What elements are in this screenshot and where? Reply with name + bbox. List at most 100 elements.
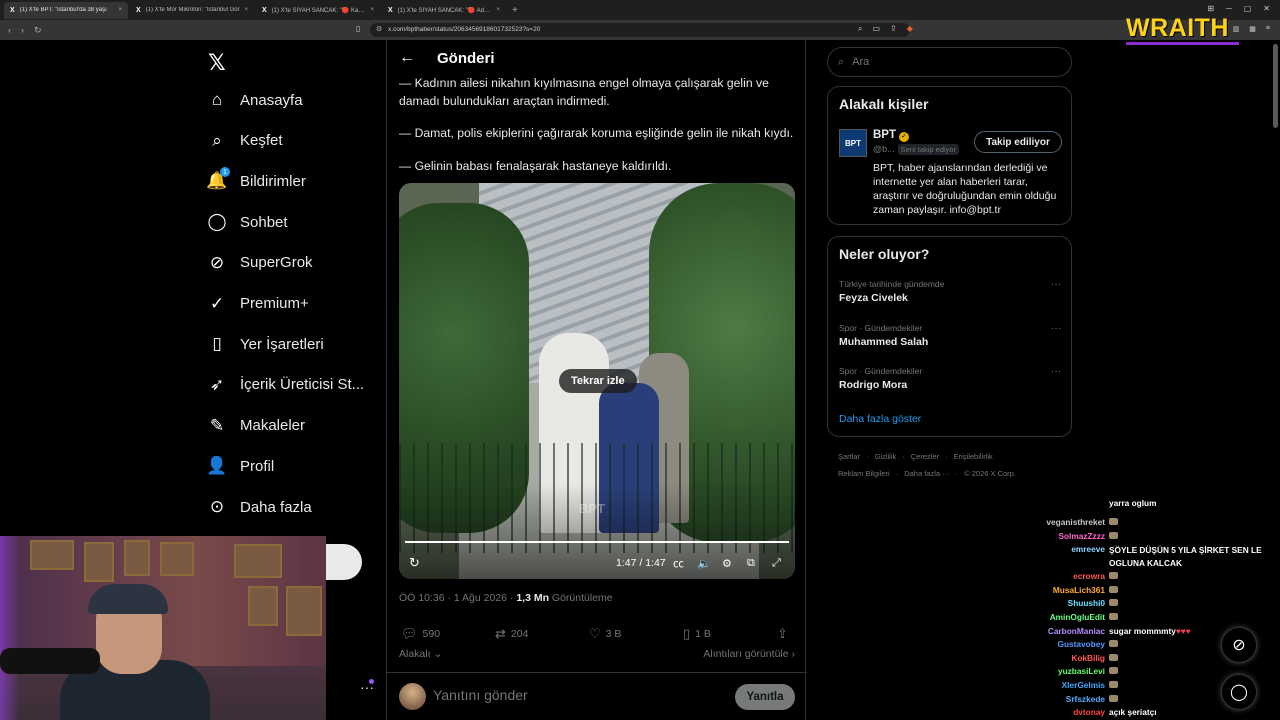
reply-input[interactable]: Yanıtını gönder — [433, 687, 528, 703]
nav-item-supergrok[interactable]: ⊘ SuperGrok — [200, 243, 313, 283]
share-icon[interactable]: ⇪ — [890, 24, 897, 34]
extensions-icon[interactable]: ⊞ — [1207, 4, 1214, 13]
footer-link[interactable]: Şartlar — [838, 452, 860, 461]
video-progress-bar[interactable] — [405, 541, 789, 543]
trend-item[interactable]: Spor · Gündemdekiler Rodrigo Mora ··· — [839, 366, 1061, 391]
footer-link[interactable]: Çerezler — [911, 452, 939, 461]
reply-composer: Yanıtını gönder Yanıtla — [387, 672, 807, 720]
settings-gear-icon[interactable]: ⚙ — [722, 557, 732, 570]
chat-text — [1109, 598, 1118, 608]
forward-nav-icon[interactable]: › — [21, 25, 24, 36]
back-nav-icon[interactable]: ‹ — [8, 25, 11, 36]
sidebar-toggle-icon[interactable]: ▦ — [1249, 25, 1256, 33]
search-icon-glyph: ⌕ — [212, 130, 222, 150]
footer-link[interactable]: © 2026 X Corp. — [964, 469, 1016, 478]
tab-close-icon[interactable]: × — [244, 7, 248, 13]
relevance-dropdown[interactable]: Alakalı ⌄ — [399, 648, 442, 660]
nav-item-explore[interactable]: ⌕ Keşfet — [200, 121, 282, 161]
chat-username: Srfszkede — [1065, 693, 1105, 704]
chat-username: XlerGelmis — [1061, 680, 1105, 690]
browser-tab[interactable]: X (1) X'te SİYAH SANCAK: "🔴 Kahram × — [256, 2, 380, 19]
chat-username: Shuushi0 — [1067, 598, 1105, 609]
minimize-icon[interactable]: ─ — [1226, 4, 1232, 13]
chat-text — [1109, 666, 1118, 676]
chat-icon: ◯ — [200, 212, 234, 232]
footer-link[interactable]: Erişilebilirlik — [954, 452, 993, 461]
zoom-icon[interactable]: ⌕ — [858, 24, 862, 34]
reload-icon[interactable]: ↻ — [34, 25, 42, 36]
trend-item[interactable]: Spor · Gündemdekiler Muhammed Salah ··· — [839, 323, 1061, 348]
account-name-text: BPT — [873, 129, 896, 141]
more-dots-icon[interactable]: ··· — [1051, 279, 1061, 290]
nav-item-more[interactable]: ⊙ Daha fazla — [200, 487, 312, 527]
bookmark-page-icon[interactable]: ▯ — [356, 24, 360, 33]
captions-icon[interactable]: ㏄ — [673, 555, 684, 571]
nav-item-creator-studio[interactable]: ➶ İçerik Üreticisi St... — [200, 365, 364, 405]
nav-item-chat[interactable]: ◯ Sohbet — [200, 202, 287, 242]
video-player[interactable]: BPT Tekrar izle ↻ 1:47 / 1:47 ㏄ 🔈 ⚙ ⧉ ⤢ — [399, 183, 795, 579]
footer-link[interactable]: Gizlilik — [875, 452, 897, 461]
reply-action[interactable]: 💬︎ 590 — [401, 626, 440, 642]
post-timestamp[interactable]: ÖÖ 10:36 · 1 Ağu 2026 · — [399, 592, 516, 604]
chat-username: veganisthreket — [1046, 517, 1105, 527]
menu-icon[interactable]: ≡ — [1266, 25, 1270, 33]
tab-close-icon[interactable]: × — [370, 7, 374, 13]
show-more-link[interactable]: Daha fazla göster — [839, 413, 921, 425]
close-icon[interactable]: ✕ — [1263, 4, 1270, 13]
account-name[interactable]: BPT ✓ — [873, 129, 909, 142]
brave-shield-icon[interactable]: ◆ — [907, 24, 913, 34]
nav-item-articles[interactable]: ✎ Makaleler — [200, 406, 305, 446]
bookmark-action[interactable]: ▯ 1 B — [683, 626, 711, 642]
person-icon-glyph: 👤 — [206, 456, 228, 476]
maximize-icon[interactable]: ▢ — [1244, 4, 1252, 13]
browser-tab[interactable]: X (1) X'te Mor Mikrofon: "İstanbul Gör × — [130, 2, 254, 19]
split-view-icon[interactable]: ▥ — [1233, 25, 1240, 33]
nav-item-premium[interactable]: ✓ Premium+ — [200, 284, 309, 324]
reply-button[interactable]: Yanıtla — [735, 684, 795, 710]
avatar[interactable] — [399, 683, 426, 710]
nav-item-notifications[interactable]: 🔔 1 Bildirimler — [200, 161, 306, 201]
more-dots-icon[interactable]: ··· — [1051, 366, 1061, 377]
footer-separator: · — [945, 452, 948, 461]
post-button[interactable] — [326, 544, 362, 580]
messages-fab-icon[interactable]: ◯ — [1221, 674, 1257, 710]
footer-link[interactable]: Daha fazla ··· — [904, 469, 949, 478]
nav-item-profile[interactable]: 👤 Profil — [200, 446, 274, 486]
trend-context: Türkiye tarihinde gündemde — [839, 279, 945, 289]
x-logo-icon[interactable]: 𝕏 — [208, 50, 226, 76]
page-scrollbar[interactable] — [1273, 44, 1278, 128]
bpt-avatar[interactable]: BPT — [839, 129, 867, 157]
nav-item-bookmarks[interactable]: ▯ Yer İşaretleri — [200, 324, 323, 364]
repost-action[interactable]: ⇄ 204 — [495, 626, 528, 642]
view-quotes-link[interactable]: Alıntıları görüntüle › — [703, 648, 795, 660]
like-action[interactable]: ♡ 3 B — [589, 626, 621, 642]
share-action[interactable]: ⇪ — [777, 626, 793, 642]
pip-icon[interactable]: ⧉ — [747, 557, 755, 570]
x-favicon-icon: X — [388, 6, 393, 14]
footer-link[interactable]: Reklam Bilgileri — [838, 469, 890, 478]
tab-close-icon[interactable]: × — [496, 7, 500, 13]
browser-tab[interactable]: X (1) X'te SİYAH SANCAK: "🔴 Adana × — [382, 2, 506, 19]
tab-title: (1) X'te BPT: "İstanbul'da 38 yaşı — [19, 7, 107, 13]
nav-item-home[interactable]: ⌂ Anasayfa — [200, 80, 303, 120]
handle-text: @b... — [873, 144, 895, 154]
more-circle-icon-glyph: ⊙ — [209, 497, 225, 516]
tab-close-icon[interactable]: × — [118, 7, 122, 13]
cast-icon[interactable]: ▭ — [872, 24, 880, 34]
browser-tab[interactable]: X (1) X'te BPT: "İstanbul'da 38 yaşı × — [4, 1, 128, 19]
search-input[interactable]: ⌕ Ara — [827, 47, 1072, 77]
following-button[interactable]: Takip ediliyor — [974, 131, 1062, 153]
new-tab-icon[interactable]: + — [512, 5, 518, 16]
replay-icon[interactable]: ↻ — [409, 555, 420, 571]
trend-item[interactable]: Türkiye tarihinde gündemde Feyza Civelek ·… — [839, 279, 1061, 304]
site-info-icon[interactable]: ⚙ — [376, 25, 382, 33]
more-dots-icon[interactable]: ··· — [1051, 323, 1061, 334]
grok-fab-icon[interactable]: ⊘ — [1221, 627, 1257, 663]
chat-text: ŞÖYLE DÜŞÜN 5 YILA ŞİRKET SEN LE OGLUNA … — [1109, 544, 1274, 570]
fullscreen-icon[interactable]: ⤢ — [772, 557, 781, 570]
replay-button[interactable]: Tekrar izle — [559, 369, 637, 393]
back-arrow-icon[interactable]: ← — [399, 49, 415, 67]
address-bar[interactable]: ⚙ x.com/bpthaber/status/2063456918601732… — [370, 23, 910, 37]
volume-icon[interactable]: 🔈 — [697, 557, 711, 570]
streamer-cap — [88, 584, 168, 614]
